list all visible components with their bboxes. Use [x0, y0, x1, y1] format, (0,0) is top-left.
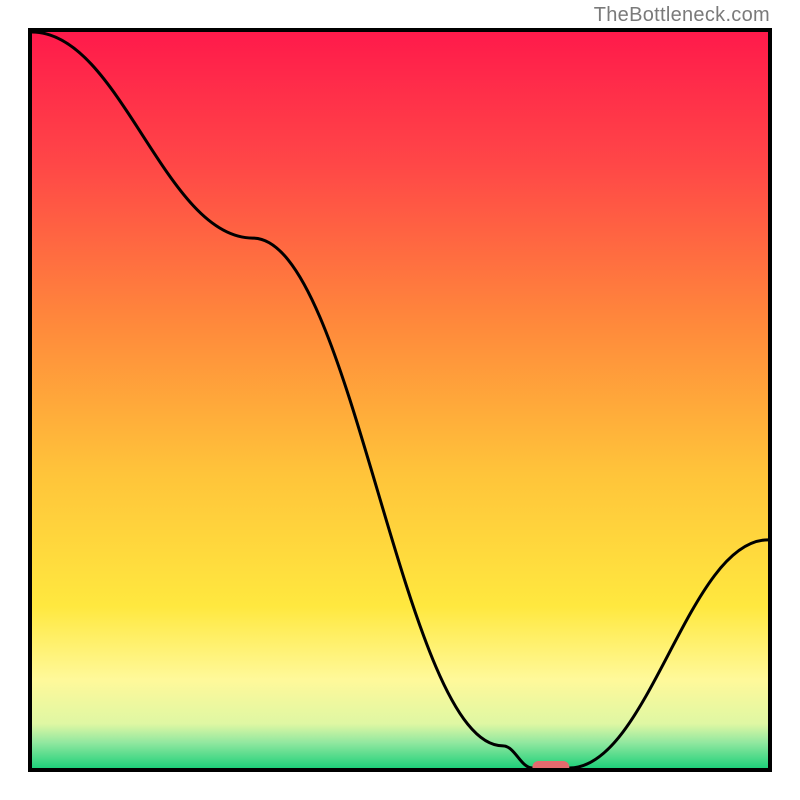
plot-svg [32, 32, 768, 768]
gradient-background [32, 32, 768, 768]
plot-area [28, 28, 772, 772]
marker-pill [532, 761, 569, 768]
bottleneck-chart: TheBottleneck.com [0, 0, 800, 800]
watermark-text: TheBottleneck.com [594, 4, 770, 27]
